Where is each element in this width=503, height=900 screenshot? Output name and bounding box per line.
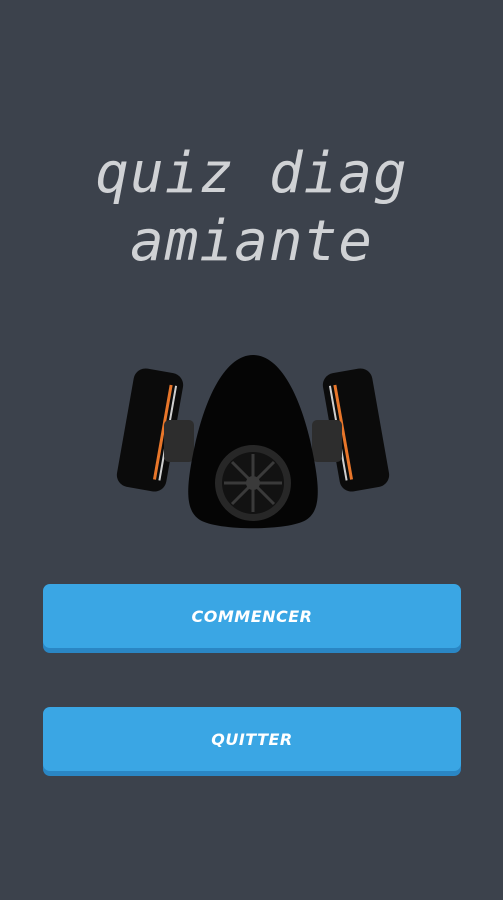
respirator-mask-icon (116, 355, 390, 529)
quit-button[interactable]: QUITTER (43, 707, 461, 771)
app-title: quiz diag amiante (0, 140, 503, 276)
app-title-line-2: amiante (129, 209, 373, 274)
app-title-line-1: quiz diag (95, 141, 408, 206)
start-button-label: COMMENCER (191, 606, 313, 626)
quit-button-label: QUITTER (211, 729, 293, 749)
start-button[interactable]: COMMENCER (43, 584, 461, 648)
exhalation-valve (215, 445, 291, 521)
